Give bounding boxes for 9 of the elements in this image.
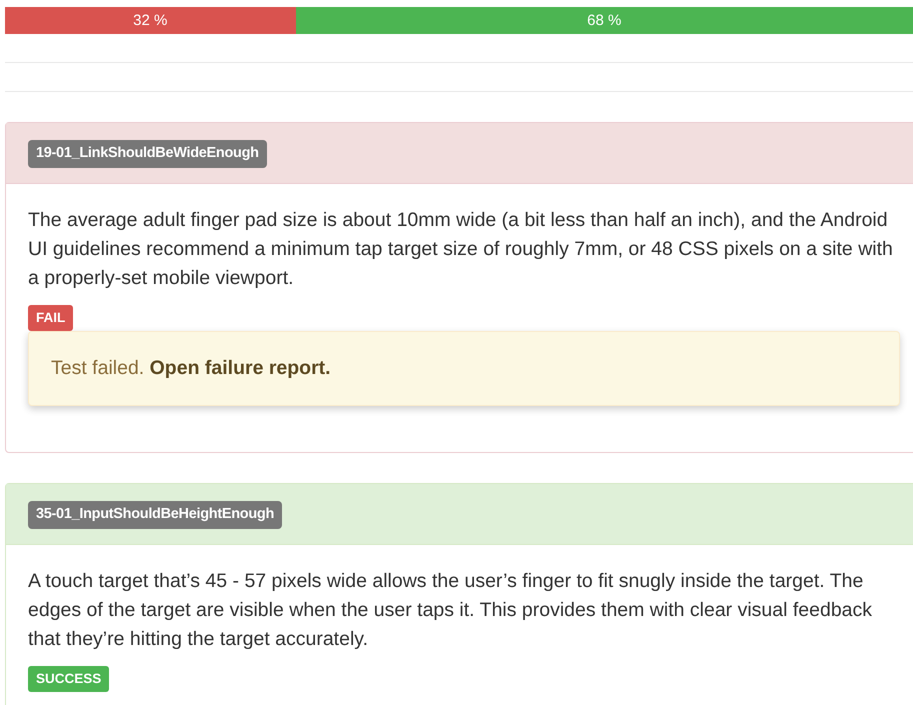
test-name-label: 19-01_LinkShouldBeWideEnough xyxy=(28,140,267,168)
test-description: A touch target that’s 45 - 57 pixels wide allows the user’s finger to fit snugly inside the target. The edges of the target are visible when the user taps it. This provides them with clear visual feedback that they’re hitting the target accurately. xyxy=(28,569,874,652)
failure-alert: Test failed. Open failure report. xyxy=(28,331,900,406)
test-name-label: 35-01_InputShouldBeHeightEnough xyxy=(28,501,282,529)
status-label: SUCCESS xyxy=(28,666,110,692)
test-description: The average adult finger pad size is about 10mm wide (a bit less than half an inch), and the Android UI guidelines recommend a minimum tap target size of roughly 7mm, or 48 CSS pixels on a site with a properly-set mobile viewport. xyxy=(28,208,894,291)
progress-segment: 68 % xyxy=(296,7,913,34)
progress-segment: 32 % xyxy=(5,7,296,34)
status-label: FAIL xyxy=(28,304,74,331)
